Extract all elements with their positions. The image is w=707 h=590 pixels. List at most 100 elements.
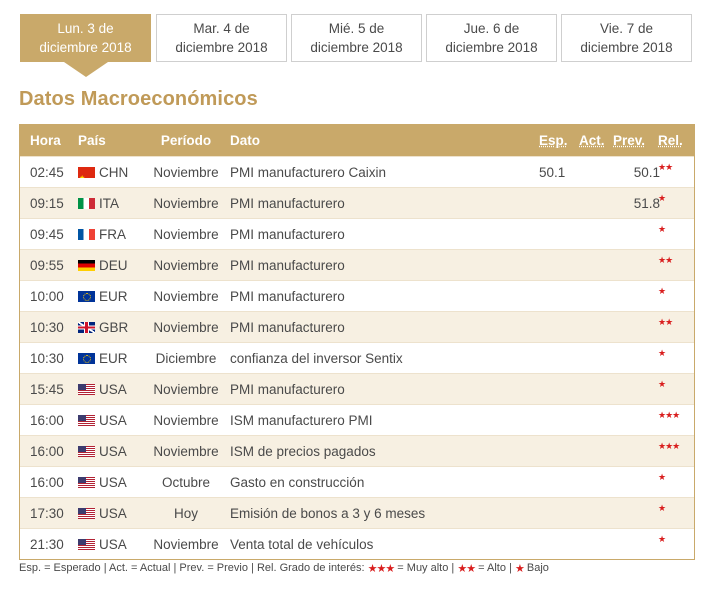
row-relevance: ★ [658, 529, 666, 560]
row-event: ISM de precios pagados [230, 444, 376, 459]
row-period: Noviembre [153, 258, 219, 273]
row-relevance: ★ [658, 374, 666, 405]
row-country-code: USA [99, 382, 127, 397]
row-relevance: ★★ [658, 250, 673, 281]
table-row[interactable]: 09:15 ITA Noviembre PMI manufacturero 51.8 ★ [20, 187, 694, 218]
row-country-code: EUR [99, 351, 128, 366]
row-previous [617, 436, 660, 467]
row-time: 16:00 [30, 413, 64, 428]
ita-flag-icon [78, 197, 95, 209]
table-row[interactable]: 09:55 DEU Noviembre PMI manufacturero ★★ [20, 249, 694, 280]
legend-text-3: = Alto | [478, 562, 512, 574]
row-country-code: FRA [99, 227, 126, 242]
row-country: EUR [78, 281, 128, 312]
row-expected: 50.1 [539, 165, 566, 180]
relevance-stars-icon: ★★★ [658, 441, 680, 451]
tab-line1: Vie. 7 de [599, 21, 654, 36]
row-country: DEU [78, 250, 128, 281]
row-time: 21:30 [30, 537, 64, 552]
row-country-code: USA [99, 506, 127, 521]
table-row[interactable]: 21:30 USA Noviembre Venta total de vehículo… [20, 528, 694, 559]
relevance-stars-icon: ★ [658, 503, 666, 513]
table-row[interactable]: 16:00 USA Noviembre ISM manufacturero PMI ★★… [20, 404, 694, 435]
row-country-code: GBR [99, 320, 129, 335]
tab-line2: diciembre 2018 [445, 40, 538, 55]
tab-lun-3[interactable]: Lun. 3 de diciembre 2018 [20, 14, 151, 77]
usa-flag-icon [78, 476, 95, 488]
row-country: USA [78, 467, 127, 498]
row-previous [617, 219, 660, 250]
row-time: 15:45 [30, 382, 64, 397]
tab-line2: diciembre 2018 [310, 40, 403, 55]
row-period: Noviembre [153, 289, 219, 304]
table-body: 02:45 CHN Noviembre PMI manufacturero Caixi… [20, 156, 694, 559]
relevance-stars-icon: ★ [658, 379, 666, 389]
table-row[interactable]: 15:45 USA Noviembre PMI manufacturero ★ [20, 373, 694, 404]
header-actual: Act. [579, 133, 605, 148]
table-row[interactable]: 16:00 USA Octubre Gasto en construcción ★ [20, 466, 694, 497]
row-time: 16:00 [30, 475, 64, 490]
row-period: Diciembre [155, 351, 217, 366]
tab-line1: Lun. 3 de [57, 21, 114, 36]
legend-text-2: = Muy alto | [397, 562, 455, 574]
row-period: Noviembre [153, 196, 219, 211]
table-row[interactable]: 10:30 GBR Noviembre PMI manufacturero ★★ [20, 311, 694, 342]
tab-mar-4[interactable]: Mar. 4 de diciembre 2018 [156, 14, 287, 62]
row-country: USA [78, 529, 127, 560]
tab-line1: Jue. 6 de [463, 21, 520, 36]
row-country: USA [78, 405, 127, 436]
row-event: PMI manufacturero [230, 382, 345, 397]
table-row[interactable]: 02:45 CHN Noviembre PMI manufacturero Caixi… [20, 156, 694, 187]
row-country: FRA [78, 219, 126, 250]
row-previous [617, 343, 660, 374]
row-time: 09:45 [30, 227, 64, 242]
table-row[interactable]: 16:00 USA Noviembre ISM de precios pagados ★… [20, 435, 694, 466]
header-country: País [78, 133, 106, 148]
tab-jue-6[interactable]: Jue. 6 de diciembre 2018 [426, 14, 557, 62]
relevance-stars-icon: ★ [658, 534, 666, 544]
row-relevance: ★★★ [658, 405, 680, 436]
row-country-code: ITA [99, 196, 119, 211]
row-time: 09:55 [30, 258, 64, 273]
legend-footer: Esp. = Esperado | Act. = Actual | Prev. … [19, 562, 549, 575]
row-period: Hoy [173, 506, 198, 521]
eur-flag-icon [78, 352, 95, 364]
row-relevance: ★★★ [658, 436, 680, 467]
table-row[interactable]: 09:45 FRA Noviembre PMI manufacturero ★ [20, 218, 694, 249]
row-period: Noviembre [153, 444, 219, 459]
tab-vie-7[interactable]: Vie. 7 de diciembre 2018 [561, 14, 692, 62]
table-row[interactable]: 10:30 EUR Diciembre confianza del inversor … [20, 342, 694, 373]
row-event: ISM manufacturero PMI [230, 413, 373, 428]
row-previous [617, 498, 660, 529]
section-title: Datos Macroeconómicos [19, 88, 258, 110]
deu-flag-icon [78, 259, 95, 271]
table-row[interactable]: 10:00 EUR Noviembre PMI manufacturero ★ [20, 280, 694, 311]
tab-line1: Mar. 4 de [193, 21, 250, 36]
table-row[interactable]: 17:30 USA Hoy Emisión de bonos a 3 y 6 mese… [20, 497, 694, 528]
tab-mie-5[interactable]: Mié. 5 de diciembre 2018 [291, 14, 422, 62]
row-relevance: ★ [658, 498, 666, 529]
table-header: Hora País Período Dato Esp. Act. Prev. R… [20, 125, 694, 156]
row-previous: 50.1 [633, 165, 660, 180]
usa-flag-icon [78, 414, 95, 426]
row-country-code: USA [99, 475, 127, 490]
header-expected: Esp. [539, 133, 568, 148]
macro-data-table: Hora País Período Dato Esp. Act. Prev. R… [19, 124, 695, 560]
relevance-stars-icon: ★ [658, 224, 666, 234]
tab-line2: diciembre 2018 [580, 40, 673, 55]
row-period: Noviembre [153, 413, 219, 428]
row-event: PMI manufacturero [230, 289, 345, 304]
legend-stars-3: ★★★ [367, 563, 396, 575]
row-relevance: ★★ [658, 157, 673, 188]
row-time: 10:30 [30, 320, 64, 335]
row-time: 02:45 [30, 165, 64, 180]
relevance-stars-icon: ★★ [658, 317, 673, 327]
relevance-stars-icon: ★ [658, 286, 666, 296]
date-tabs: Lun. 3 de diciembre 2018 Mar. 4 de dicie… [20, 14, 696, 77]
row-relevance: ★ [658, 467, 666, 498]
row-previous [617, 467, 660, 498]
row-relevance: ★★ [658, 312, 673, 343]
row-country-code: USA [99, 537, 127, 552]
row-event: PMI manufacturero [230, 258, 345, 273]
header-event: Dato [230, 133, 260, 148]
